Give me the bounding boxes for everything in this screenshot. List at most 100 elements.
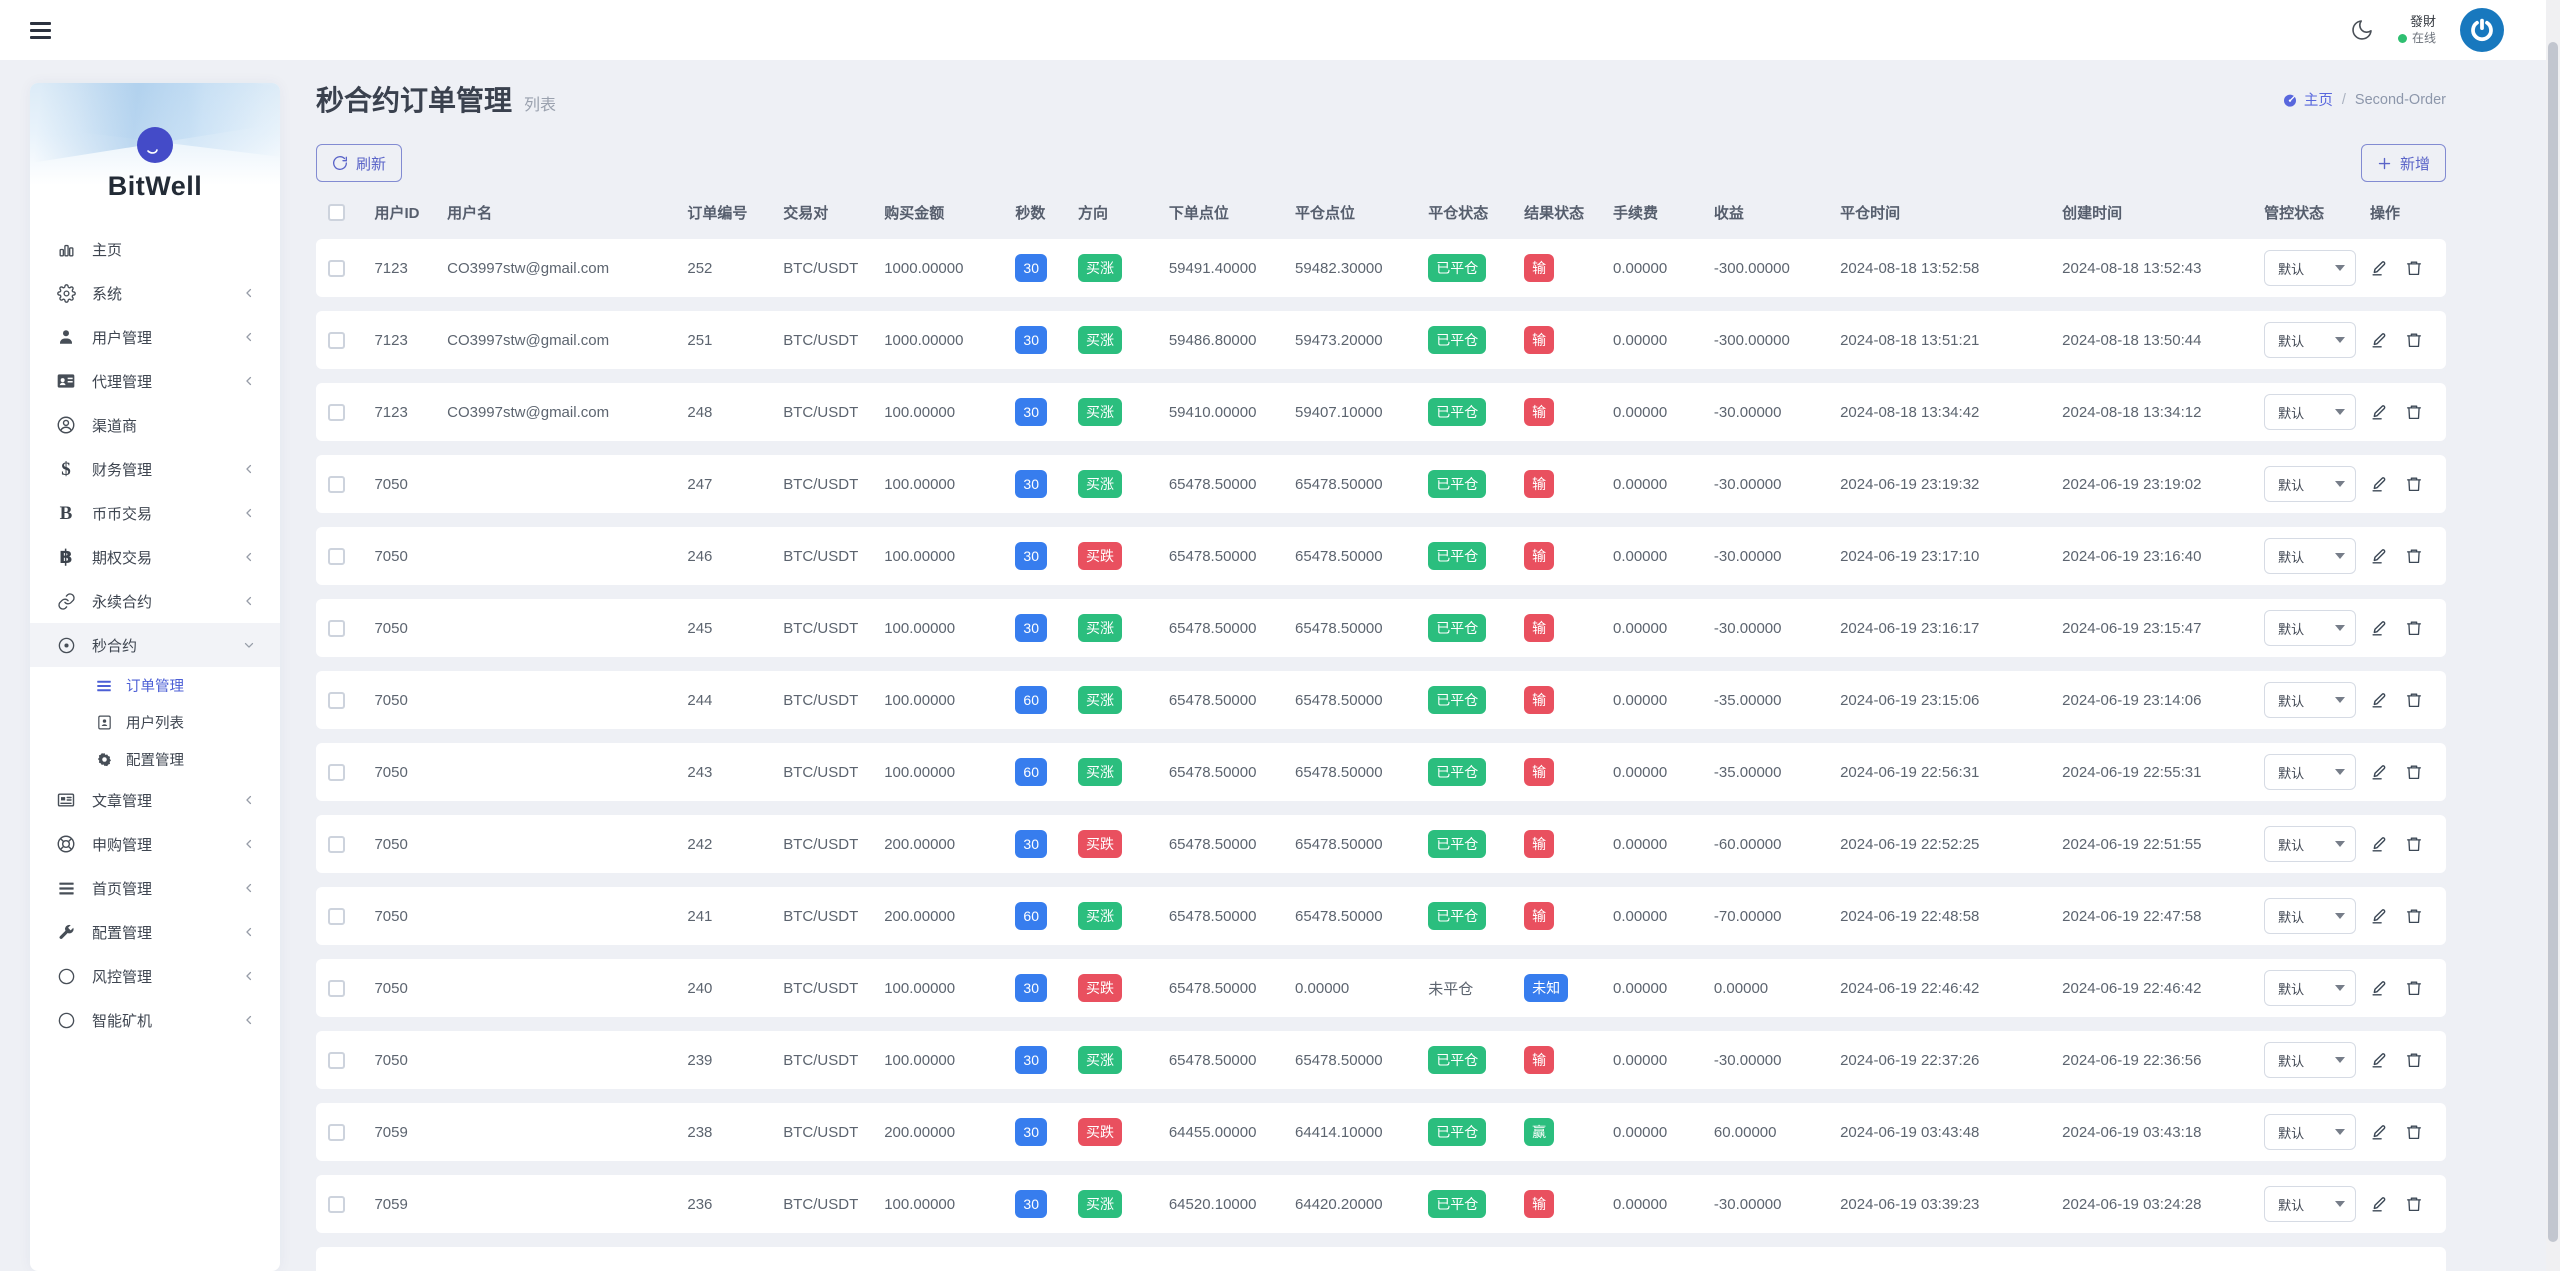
username-cell	[437, 599, 677, 657]
select-all-checkbox[interactable]	[328, 204, 345, 221]
delete-button[interactable]	[2405, 763, 2423, 781]
row-checkbox[interactable]	[328, 260, 345, 277]
sidebar-item[interactable]: 渠道商	[30, 403, 280, 447]
sidebar-item[interactable]: 永续合约	[30, 579, 280, 623]
row-checkbox[interactable]	[328, 1196, 345, 1213]
delete-button[interactable]	[2405, 835, 2423, 853]
row-checkbox[interactable]	[328, 332, 345, 349]
order-no-cell: 247	[677, 455, 773, 513]
breadcrumb-current: Second-Order	[2355, 92, 2446, 108]
close-point-cell: 59473.20000	[1285, 311, 1418, 369]
row-checkbox[interactable]	[328, 980, 345, 997]
sidebar-item[interactable]: 申购管理	[30, 822, 280, 866]
avatar[interactable]	[2460, 8, 2504, 52]
row-checkbox[interactable]	[328, 764, 345, 781]
control-status-select[interactable]: 默认	[2264, 538, 2356, 574]
row-checkbox[interactable]	[328, 404, 345, 421]
control-status-select[interactable]: 默认	[2264, 1186, 2356, 1222]
add-button[interactable]: 新增	[2361, 144, 2446, 182]
edit-button[interactable]	[2370, 331, 2389, 350]
breadcrumb-home-link[interactable]: 主页	[2282, 89, 2333, 110]
sidebar-item[interactable]: 秒合约	[30, 623, 280, 667]
delete-button[interactable]	[2405, 403, 2423, 421]
close-status-badge: 已平仓	[1428, 758, 1486, 786]
profit-cell: -30.00000	[1704, 599, 1830, 657]
dark-mode-toggle[interactable]	[2350, 18, 2374, 42]
edit-button[interactable]	[2370, 547, 2389, 566]
sidebar-item[interactable]: 风控管理	[30, 954, 280, 998]
edit-button[interactable]	[2370, 259, 2389, 278]
sidebar-item[interactable]: 首页管理	[30, 866, 280, 910]
row-checkbox[interactable]	[328, 692, 345, 709]
sidebar-item[interactable]: ฿期权交易	[30, 535, 280, 579]
control-status-select[interactable]: 默认	[2264, 682, 2356, 718]
edit-button[interactable]	[2370, 1051, 2389, 1070]
control-status-select[interactable]: 默认	[2264, 466, 2356, 502]
row-checkbox[interactable]	[328, 476, 345, 493]
refresh-button[interactable]: 刷新	[316, 144, 402, 182]
row-checkbox[interactable]	[328, 1052, 345, 1069]
edit-button[interactable]	[2370, 403, 2389, 422]
delete-button[interactable]	[2405, 1051, 2423, 1069]
sidebar-item[interactable]: 系统	[30, 271, 280, 315]
sidebar-subitem[interactable]: 配置管理	[30, 741, 280, 778]
caret-down-icon	[2335, 697, 2345, 703]
sidebar-subitem-label: 订单管理	[126, 675, 184, 696]
control-status-select[interactable]: 默认	[2264, 394, 2356, 430]
control-status-select[interactable]: 默认	[2264, 898, 2356, 934]
control-status-select[interactable]: 默认	[2264, 322, 2356, 358]
delete-button[interactable]	[2405, 331, 2423, 349]
sidebar-item[interactable]: 配置管理	[30, 910, 280, 954]
amount-cell: 100.00000	[874, 743, 1005, 801]
edit-button[interactable]	[2370, 619, 2389, 638]
control-status-select[interactable]: 默认	[2264, 1114, 2356, 1150]
row-checkbox[interactable]	[328, 620, 345, 637]
control-status-select[interactable]: 默认	[2264, 610, 2356, 646]
delete-button[interactable]	[2405, 619, 2423, 637]
control-status-select[interactable]: 默认	[2264, 826, 2356, 862]
delete-button[interactable]	[2405, 1123, 2423, 1141]
control-status-select[interactable]: 默认	[2264, 754, 2356, 790]
menu-toggle-icon[interactable]	[30, 22, 51, 39]
delete-button[interactable]	[2405, 475, 2423, 493]
sidebar-item-label: 期权交易	[92, 547, 152, 568]
delete-button[interactable]	[2405, 979, 2423, 997]
edit-button[interactable]	[2370, 907, 2389, 926]
pair-cell: BTC/USDT	[773, 239, 874, 297]
edit-button[interactable]	[2370, 1123, 2389, 1142]
sidebar-item[interactable]: $财务管理	[30, 447, 280, 491]
scrollbar-thumb[interactable]	[2548, 42, 2558, 1242]
sidebar-item[interactable]: B币币交易	[30, 491, 280, 535]
direction-badge: 买跌	[1078, 830, 1122, 858]
control-status-select[interactable]: 默认	[2264, 1042, 2356, 1078]
edit-button[interactable]	[2370, 763, 2389, 782]
control-status-select[interactable]: 默认	[2264, 970, 2356, 1006]
column-header: 用户ID	[364, 198, 437, 225]
direction-badge: 买跌	[1078, 1118, 1122, 1146]
sidebar-item[interactable]: 文章管理	[30, 778, 280, 822]
row-checkbox[interactable]	[328, 548, 345, 565]
edit-button[interactable]	[2370, 1195, 2389, 1214]
scrollbar-track[interactable]	[2546, 0, 2560, 1271]
delete-button[interactable]	[2405, 691, 2423, 709]
sidebar-item[interactable]: 智能矿机	[30, 998, 280, 1042]
row-checkbox[interactable]	[328, 908, 345, 925]
edit-button[interactable]	[2370, 691, 2389, 710]
control-status-select[interactable]: 默认	[2264, 250, 2356, 286]
sidebar-item[interactable]: 用户管理	[30, 315, 280, 359]
edit-button[interactable]	[2370, 475, 2389, 494]
chevron-left-icon	[242, 286, 256, 300]
sidebar-subitem[interactable]: 用户列表	[30, 704, 280, 741]
edit-button[interactable]	[2370, 979, 2389, 998]
delete-button[interactable]	[2405, 1195, 2423, 1213]
sidebar-item[interactable]: 代理管理	[30, 359, 280, 403]
delete-button[interactable]	[2405, 259, 2423, 277]
row-checkbox[interactable]	[328, 836, 345, 853]
edit-button[interactable]	[2370, 835, 2389, 854]
delete-button[interactable]	[2405, 907, 2423, 925]
sidebar-item[interactable]: 主页	[30, 227, 280, 271]
delete-button[interactable]	[2405, 547, 2423, 565]
row-checkbox[interactable]	[328, 1124, 345, 1141]
sidebar-subitem[interactable]: 订单管理	[30, 667, 280, 704]
user-name: 發財	[2398, 14, 2436, 31]
